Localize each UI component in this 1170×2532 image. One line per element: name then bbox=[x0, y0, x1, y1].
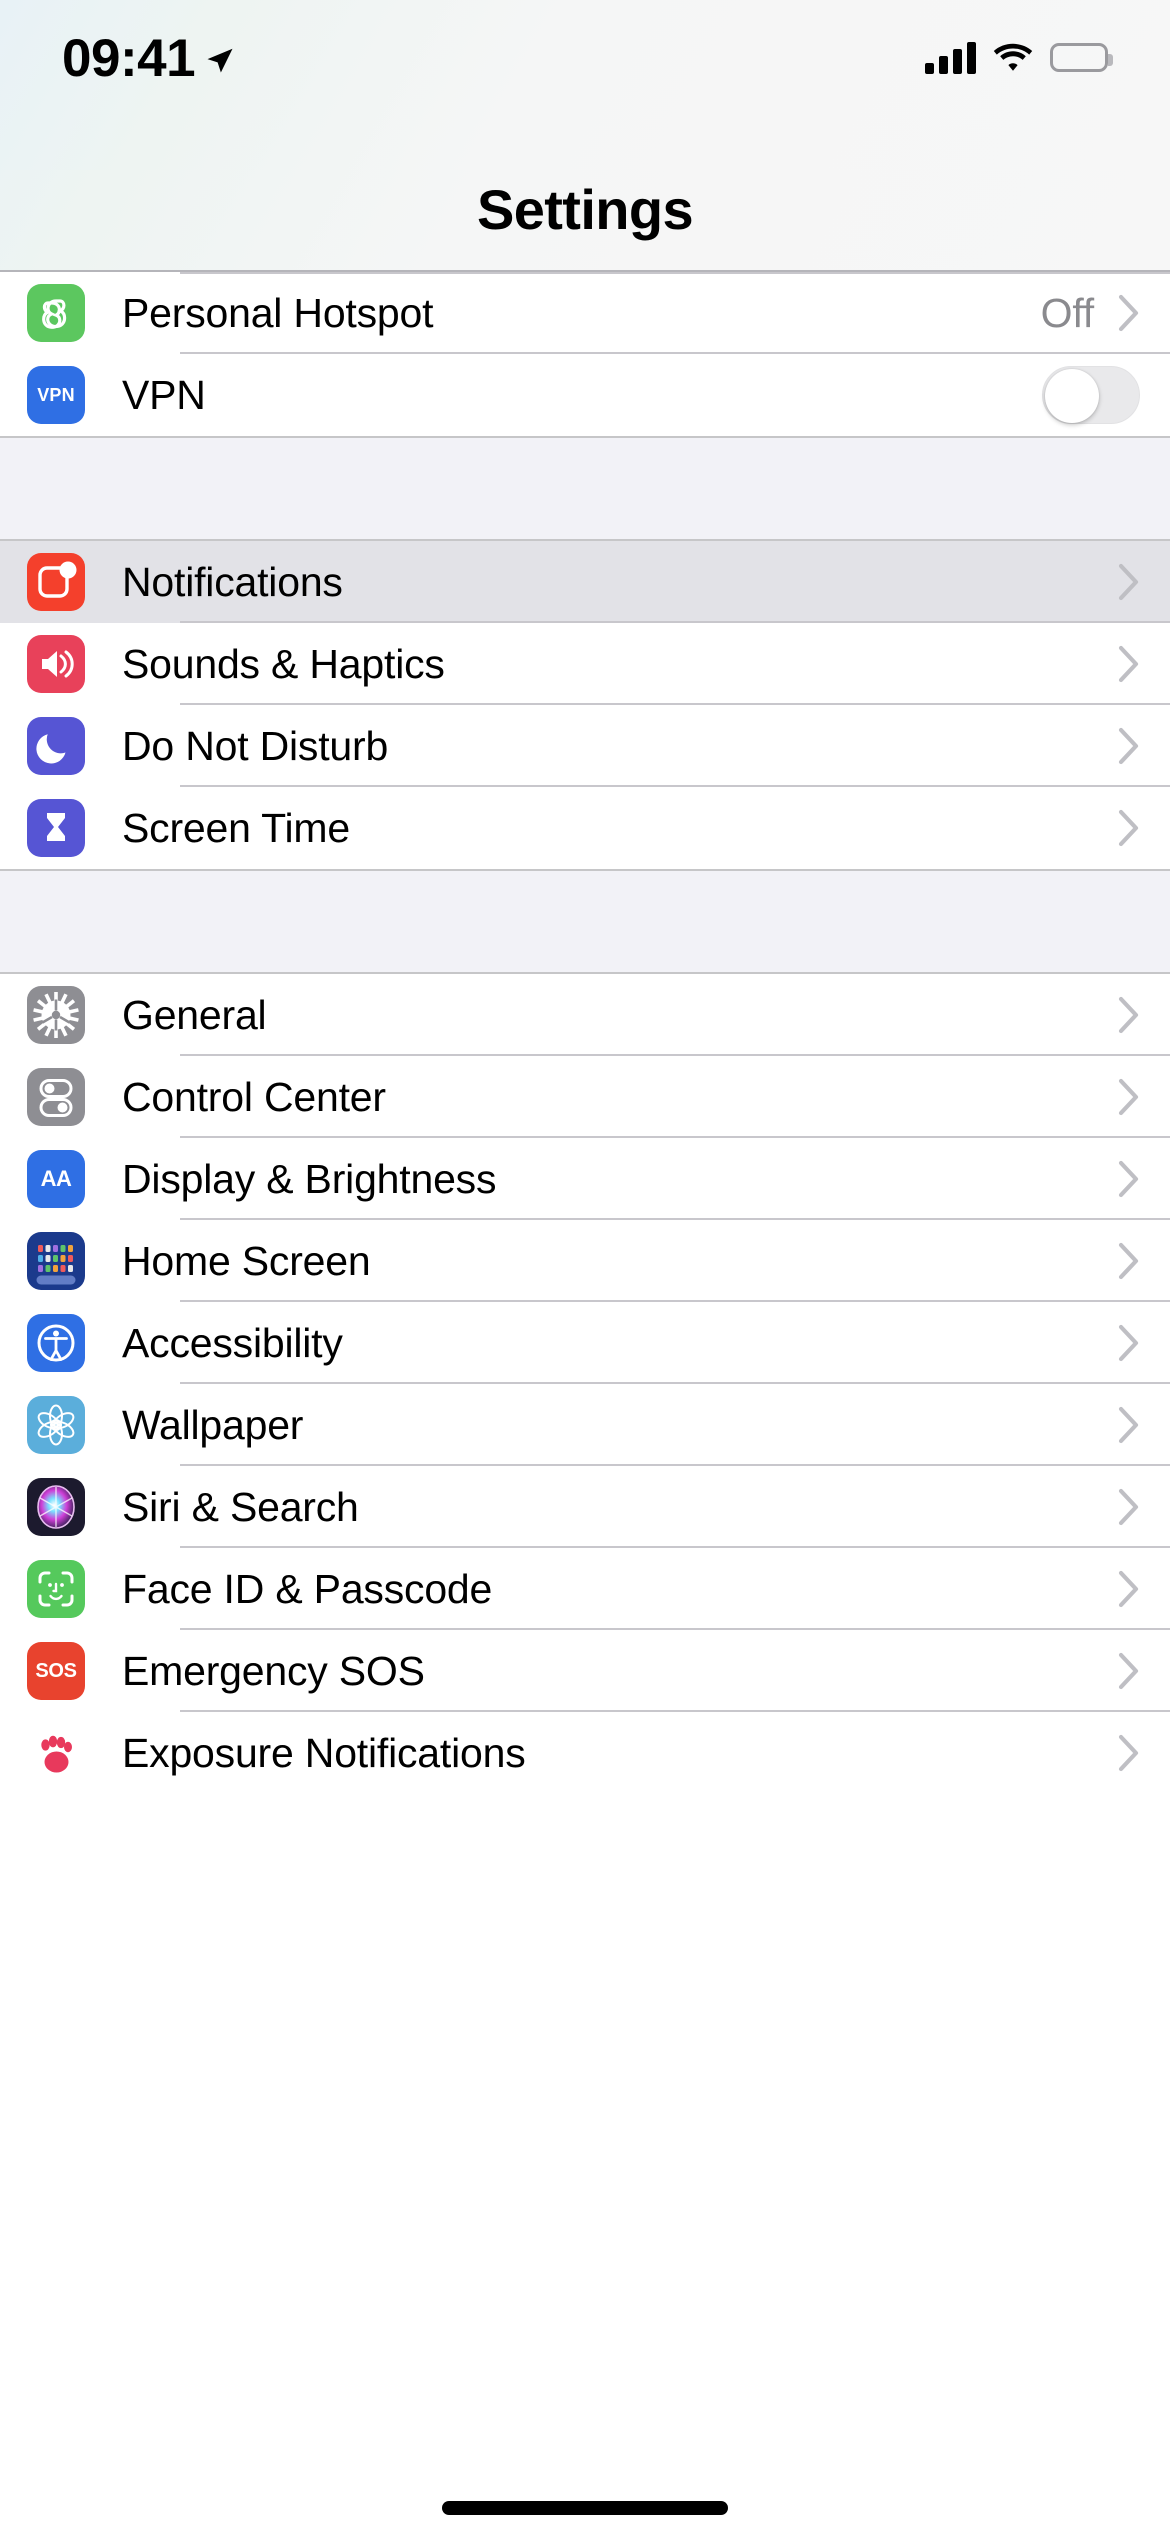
settings-list[interactable]: Personal Hotspot Off VPN VPN Notifications So… bbox=[0, 272, 1170, 1794]
notifications-icon bbox=[27, 553, 85, 611]
control-center-icon bbox=[27, 1068, 85, 1126]
settings-row-accessibility[interactable]: Accessibility bbox=[0, 1302, 1170, 1384]
chevron-right-icon bbox=[1118, 1324, 1140, 1362]
chevron-right-icon bbox=[1118, 1242, 1140, 1280]
battery-full-icon bbox=[1050, 42, 1113, 72]
do-not-disturb-icon bbox=[27, 717, 85, 775]
row-label: Accessibility bbox=[122, 1319, 343, 1366]
settings-row-siri-search[interactable]: Siri & Search bbox=[0, 1466, 1170, 1548]
face-id-icon bbox=[27, 1560, 85, 1618]
settings-group-system: General Control Center AA Display & Brightn… bbox=[0, 974, 1170, 1794]
home-screen-icon bbox=[27, 1232, 85, 1290]
section-gap bbox=[0, 436, 1170, 541]
row-label: Notifications bbox=[122, 558, 343, 605]
chevron-right-icon bbox=[1118, 996, 1140, 1034]
row-label: Home Screen bbox=[122, 1237, 371, 1284]
settings-row-emergency-sos[interactable]: SOS Emergency SOS bbox=[0, 1630, 1170, 1712]
row-label: VPN bbox=[122, 371, 206, 418]
screen-time-icon bbox=[27, 799, 85, 857]
section-gap bbox=[0, 869, 1170, 974]
accessibility-icon bbox=[27, 1314, 85, 1372]
home-indicator bbox=[442, 2501, 728, 2515]
clock: 09:41 bbox=[62, 29, 196, 88]
location-arrow-icon bbox=[205, 45, 235, 75]
chevron-right-icon bbox=[1118, 1488, 1140, 1526]
settings-row-do-not-disturb[interactable]: Do Not Disturb bbox=[0, 705, 1170, 787]
chevron-right-icon bbox=[1118, 645, 1140, 683]
chevron-right-icon bbox=[1118, 294, 1140, 332]
chevron-right-icon bbox=[1118, 563, 1140, 601]
settings-row-face-id-passcode[interactable]: Face ID & Passcode bbox=[0, 1548, 1170, 1630]
wallpaper-icon bbox=[27, 1396, 85, 1454]
row-label: Sounds & Haptics bbox=[122, 640, 445, 687]
personal-hotspot-icon bbox=[27, 284, 85, 342]
row-label: Face ID & Passcode bbox=[122, 1565, 493, 1612]
settings-row-home-screen[interactable]: Home Screen bbox=[0, 1220, 1170, 1302]
row-label: Screen Time bbox=[122, 804, 350, 851]
row-label: Emergency SOS bbox=[122, 1647, 425, 1694]
settings-row-vpn[interactable]: VPN VPN bbox=[0, 354, 1170, 436]
status-bar-left: 09:41 bbox=[62, 32, 235, 85]
chevron-right-icon bbox=[1118, 1078, 1140, 1116]
row-label: Siri & Search bbox=[122, 1483, 359, 1530]
row-label: Personal Hotspot bbox=[122, 289, 434, 336]
row-label: Exposure Notifications bbox=[122, 1729, 526, 1776]
settings-row-display-brightness[interactable]: AA Display & Brightness bbox=[0, 1138, 1170, 1220]
display-brightness-icon: AA bbox=[27, 1150, 85, 1208]
chevron-right-icon bbox=[1118, 727, 1140, 765]
row-label: Display & Brightness bbox=[122, 1155, 497, 1202]
sounds-haptics-icon bbox=[27, 635, 85, 693]
settings-row-wallpaper[interactable]: Wallpaper bbox=[0, 1384, 1170, 1466]
siri-icon bbox=[27, 1478, 85, 1536]
chevron-right-icon bbox=[1118, 1734, 1140, 1772]
settings-row-sounds-haptics[interactable]: Sounds & Haptics bbox=[0, 623, 1170, 705]
general-gear-icon bbox=[27, 986, 85, 1044]
cellular-signal-icon bbox=[925, 40, 976, 74]
emergency-sos-icon: SOS bbox=[27, 1642, 85, 1700]
settings-row-exposure-notifications[interactable]: Exposure Notifications bbox=[0, 1712, 1170, 1794]
wifi-icon bbox=[993, 42, 1033, 72]
settings-row-screen-time[interactable]: Screen Time bbox=[0, 787, 1170, 869]
chevron-right-icon bbox=[1118, 1160, 1140, 1198]
chevron-right-icon bbox=[1118, 1570, 1140, 1608]
settings-group-connectivity: Personal Hotspot Off VPN VPN bbox=[0, 272, 1170, 436]
row-label: Do Not Disturb bbox=[122, 722, 389, 769]
chevron-right-icon bbox=[1118, 1652, 1140, 1690]
row-label: Control Center bbox=[122, 1073, 386, 1120]
toggle-knob bbox=[1045, 369, 1099, 423]
chevron-right-icon bbox=[1118, 1406, 1140, 1444]
status-bar: 09:41 bbox=[0, 0, 1170, 170]
status-bar-right bbox=[925, 40, 1113, 74]
page-title: Settings bbox=[476, 178, 694, 241]
chevron-right-icon bbox=[1118, 809, 1140, 847]
exposure-notifications-icon bbox=[27, 1724, 85, 1782]
settings-row-personal-hotspot[interactable]: Personal Hotspot Off bbox=[0, 272, 1170, 354]
iphone-settings-screen: Settings 09:41 Personal Hotspot Off VPN VPN… bbox=[0, 0, 1170, 2532]
vpn-icon: VPN bbox=[27, 366, 85, 424]
settings-row-general[interactable]: General bbox=[0, 974, 1170, 1056]
toggle-switch-vpn[interactable] bbox=[1042, 366, 1140, 424]
row-label: Wallpaper bbox=[122, 1401, 304, 1448]
row-value: Off bbox=[1040, 289, 1095, 336]
settings-row-notifications[interactable]: Notifications bbox=[0, 541, 1170, 623]
row-label: General bbox=[122, 991, 267, 1038]
settings-group-alerts: Notifications Sounds & Haptics Do Not Dist… bbox=[0, 541, 1170, 869]
settings-row-control-center[interactable]: Control Center bbox=[0, 1056, 1170, 1138]
